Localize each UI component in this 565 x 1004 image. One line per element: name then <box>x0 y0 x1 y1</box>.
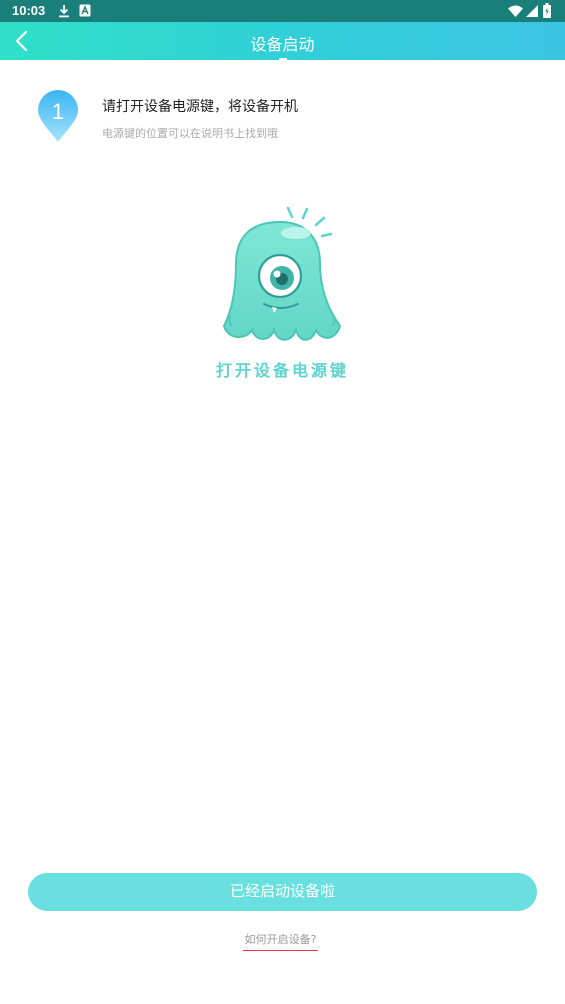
status-bar: 10:03 <box>0 0 565 22</box>
step-title: 请打开设备电源键，将设备开机 <box>102 99 298 115</box>
location-pin-icon: 1 <box>38 90 78 142</box>
signal-icon <box>526 5 538 17</box>
battery-icon <box>543 3 551 18</box>
step-subtitle: 电源键的位置可以在说明书上找到哦 <box>102 127 278 140</box>
step-number: 1 <box>52 99 64 124</box>
app-header: 设备启动 <box>0 22 565 60</box>
illustration-caption: 打开设备电源键 <box>215 361 349 380</box>
title-indicator <box>279 58 287 60</box>
device-started-button[interactable]: 已经启动设备啦 <box>28 873 537 911</box>
status-time: 10:03 <box>12 3 46 18</box>
page-title: 设备启动 <box>250 35 315 54</box>
monster-illustration <box>216 204 350 346</box>
a-notification-icon <box>79 4 91 17</box>
wifi-icon <box>508 5 523 17</box>
how-to-start-device-link[interactable]: 如何开启设备? <box>243 931 318 951</box>
download-icon <box>59 5 69 18</box>
step-badge: 1 <box>36 88 80 144</box>
one-eyed-monster-icon <box>222 206 342 341</box>
